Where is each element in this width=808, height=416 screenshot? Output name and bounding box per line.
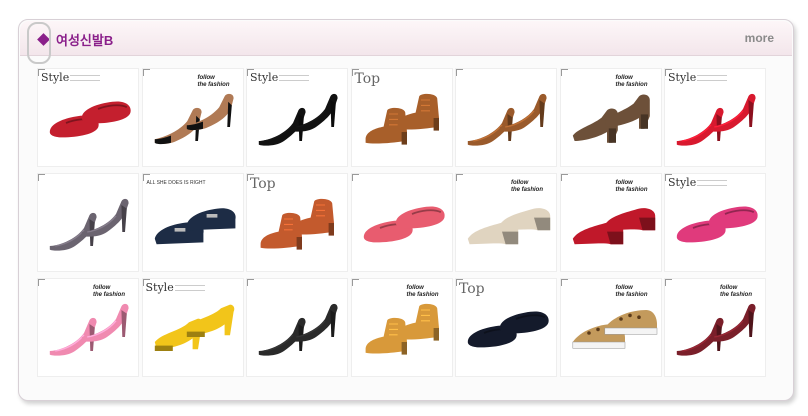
shoe-image bbox=[260, 198, 334, 250]
product-card[interactable]: follow the fashion bbox=[559, 278, 662, 377]
product-card[interactable]: follow the fashion bbox=[350, 278, 453, 377]
shoe-image bbox=[572, 94, 650, 143]
product-panel: 여성신발B more Style follow the fashion Style bbox=[18, 19, 794, 401]
product-card[interactable]: Style bbox=[141, 278, 244, 377]
product-card[interactable]: follow the fashion bbox=[37, 278, 139, 377]
shoe-image bbox=[154, 304, 234, 351]
shoe-image bbox=[363, 206, 445, 243]
shoe-image bbox=[49, 303, 129, 356]
shoe-image bbox=[572, 208, 655, 245]
shoe-image bbox=[49, 101, 131, 138]
product-card[interactable]: follow the fashion bbox=[455, 173, 557, 272]
product-card[interactable]: ALL SHE DOES IS RIGHT bbox=[141, 173, 244, 272]
product-card[interactable]: follow the fashion bbox=[141, 68, 244, 167]
shoe-image bbox=[365, 303, 439, 355]
shoe-image bbox=[49, 198, 129, 251]
shoe-image bbox=[572, 310, 657, 349]
product-card[interactable]: follow the fashion bbox=[559, 68, 662, 167]
shoe-image bbox=[467, 208, 551, 245]
shoe-image bbox=[676, 206, 758, 243]
product-card[interactable]: follow the fashion bbox=[664, 278, 766, 377]
product-card[interactable]: Style bbox=[37, 68, 139, 167]
shoe-image bbox=[467, 311, 549, 348]
product-card[interactable]: follow the fashion bbox=[559, 173, 662, 272]
shoe-image bbox=[258, 93, 338, 146]
shoe-image bbox=[365, 93, 439, 145]
shoe-image bbox=[258, 303, 338, 356]
product-card[interactable] bbox=[37, 173, 139, 272]
panel-header: 여성신발B more bbox=[20, 21, 792, 56]
shoe-image bbox=[467, 93, 547, 146]
panel-title: 여성신발B bbox=[56, 33, 114, 48]
product-card[interactable]: Style bbox=[246, 68, 348, 167]
product-card[interactable]: Top bbox=[246, 173, 348, 272]
product-card[interactable] bbox=[455, 68, 557, 167]
shoe-image bbox=[676, 93, 756, 146]
product-card[interactable] bbox=[246, 278, 348, 377]
product-card[interactable]: Top bbox=[350, 68, 453, 167]
product-card[interactable]: Top bbox=[455, 278, 557, 377]
shoe-image bbox=[154, 93, 234, 145]
product-card[interactable]: Style bbox=[664, 68, 766, 167]
product-card[interactable] bbox=[350, 173, 453, 272]
shoe-image bbox=[154, 208, 236, 245]
product-card[interactable]: Style bbox=[664, 173, 766, 272]
more-link[interactable]: more bbox=[745, 31, 774, 45]
shoe-image bbox=[676, 303, 756, 356]
paperclip-icon bbox=[27, 22, 51, 64]
